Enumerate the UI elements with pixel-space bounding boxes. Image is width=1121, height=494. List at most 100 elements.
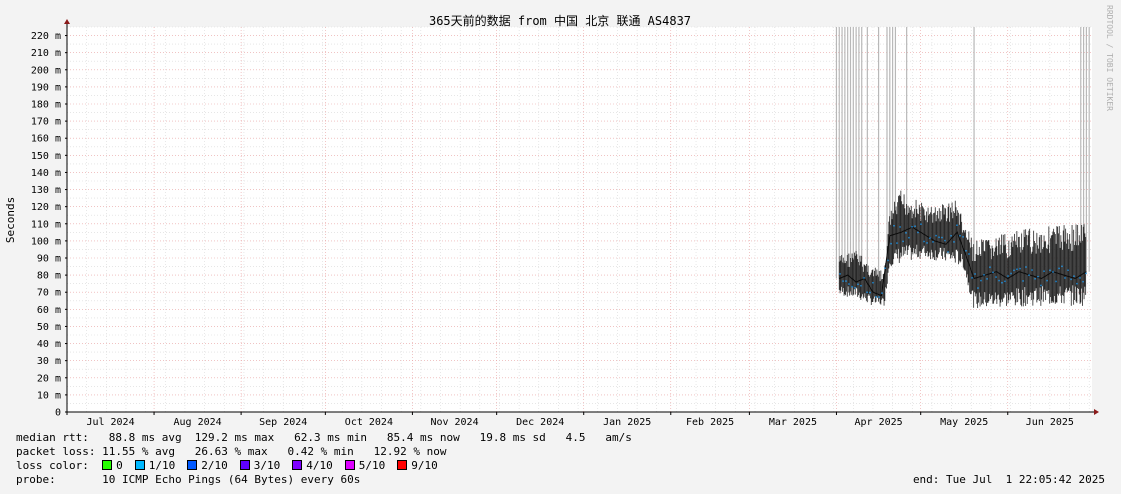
median-dot (1013, 269, 1015, 272)
median-dot (980, 279, 982, 282)
median-dot (953, 241, 955, 243)
median-dot (842, 280, 844, 282)
y-tick-label: 180 m (31, 100, 61, 111)
loss-color-label-text: 3/10 (253, 459, 281, 472)
median-dot (947, 251, 949, 253)
median-dot (866, 291, 868, 294)
y-tick-labels: 0 10 m 20 m 30 m 40 m 50 m 60 m 70 m 80 m 90 m 100… (31, 31, 67, 419)
loss-color-swatch (239, 460, 250, 470)
y-tick-label: 40 m (37, 339, 61, 350)
y-tick-label: 110 m (31, 219, 61, 230)
loss-color-item: 9/10 (397, 459, 438, 472)
median-dot (908, 236, 910, 239)
x-tick-labels: Jul 2024 Aug 2024 Sep 2024 Oct 2024 Nov 2024… (66, 412, 1074, 428)
median-dot (1040, 284, 1042, 287)
y-tick-label: 200 m (31, 65, 61, 76)
median-dot (878, 296, 880, 298)
x-tick-label: Jan 2025 (603, 417, 651, 428)
median-dot (950, 234, 952, 237)
median-dot (1052, 271, 1054, 273)
x-axis-arrow (1094, 409, 1099, 415)
median-dot (875, 296, 877, 298)
median-dot (896, 242, 898, 244)
median-dot (854, 287, 856, 289)
median-dot (941, 236, 943, 239)
packet-loss-row: packet loss: 11.55 % avg 26.63 % max 0.4… (16, 445, 447, 458)
median-dot (935, 234, 937, 237)
median-dot (971, 277, 973, 279)
median-dot (989, 266, 991, 268)
y-axis-label: Seconds (4, 197, 17, 243)
median-dot (1085, 272, 1087, 275)
loss-color-label-text: 2/10 (201, 459, 228, 472)
x-tick-label: Mar 2025 (769, 417, 817, 428)
median-dot (893, 225, 895, 227)
median-dot (1031, 269, 1033, 271)
median-dot (1037, 275, 1039, 278)
median-dot (911, 226, 913, 228)
median-dot (1064, 277, 1066, 279)
median-dot (965, 249, 967, 252)
median-dot (983, 274, 985, 276)
median-dot (986, 278, 988, 280)
median-dot (839, 273, 841, 275)
median-dot (1022, 280, 1024, 282)
chart-title: 365天前的数据 from 中国 北京 联通 AS4837 (429, 13, 691, 28)
median-dot (1007, 275, 1009, 277)
loss-color-label-text: 1/10 (148, 459, 176, 472)
loss-color-swatch (397, 460, 408, 470)
y-tick-label: 60 m (37, 305, 61, 316)
median-dot (884, 267, 886, 270)
median-dot (869, 291, 871, 294)
median-dot (932, 241, 934, 243)
y-tick-label: 100 m (31, 236, 61, 247)
loss-color-label: loss color: (16, 459, 103, 472)
median-dot (974, 273, 976, 275)
median-dot (860, 284, 862, 287)
median-dot (1004, 280, 1006, 283)
x-tick-label: Oct 2024 (345, 417, 393, 428)
median-dot (899, 226, 901, 228)
y-tick-label: 190 m (31, 82, 61, 93)
median-dot (857, 283, 859, 286)
median-dot (923, 240, 925, 243)
loss-color-item: 1/10 (134, 459, 176, 472)
loss-color-items: 0 1/10 2/10 3/10 4/10 5/10 9/10 (102, 459, 450, 472)
loss-color-label-text: 9/10 (411, 459, 438, 472)
y-tick-label: 20 m (37, 373, 61, 384)
y-tick-label: 0 (55, 408, 61, 419)
median-dot (863, 277, 865, 279)
end-time: end: Tue Jul 1 22:05:42 2025 (912, 473, 1105, 486)
loss-color-item: 5/10 (344, 459, 386, 472)
y-tick-label: 210 m (31, 48, 61, 59)
median-dot (1076, 282, 1078, 285)
median-dot (956, 224, 958, 227)
latency-chart: 0 10 m 20 m 30 m 40 m 50 m 60 m 70 m 80 m 90 m 100… (4, 5, 1114, 428)
median-rtt-row: median rtt: 88.8 ms avg 129.2 ms max 62.… (16, 431, 632, 444)
median-dot (995, 276, 997, 278)
median-dot (962, 236, 964, 238)
loss-color-swatch (102, 460, 113, 470)
median-dot (1079, 277, 1081, 279)
loss-color-item: 4/10 (292, 459, 333, 472)
x-tick-label: Aug 2024 (173, 417, 221, 428)
y-tick-label: 140 m (31, 168, 61, 179)
median-dot (1046, 279, 1048, 282)
loss-color-item: 2/10 (187, 459, 228, 472)
median-dot (959, 234, 961, 237)
loss-color-swatch (134, 460, 145, 470)
x-tick-label: Nov 2024 (430, 417, 478, 428)
x-tick-label: Sep 2024 (259, 417, 307, 428)
y-tick-label: 160 m (31, 134, 61, 145)
y-tick-label: 120 m (31, 202, 61, 213)
median-dot (1067, 269, 1069, 271)
y-tick-label: 220 m (31, 31, 61, 42)
loss-color-label-text: 5/10 (358, 459, 386, 472)
loss-color-label-text: 0 (116, 459, 123, 472)
median-dot (845, 280, 847, 282)
median-dot (851, 285, 853, 288)
y-tick-label: 90 m (37, 254, 61, 265)
median-dot (998, 279, 1000, 282)
y-axis-arrow (64, 19, 70, 24)
y-tick-label: 80 m (37, 271, 61, 282)
